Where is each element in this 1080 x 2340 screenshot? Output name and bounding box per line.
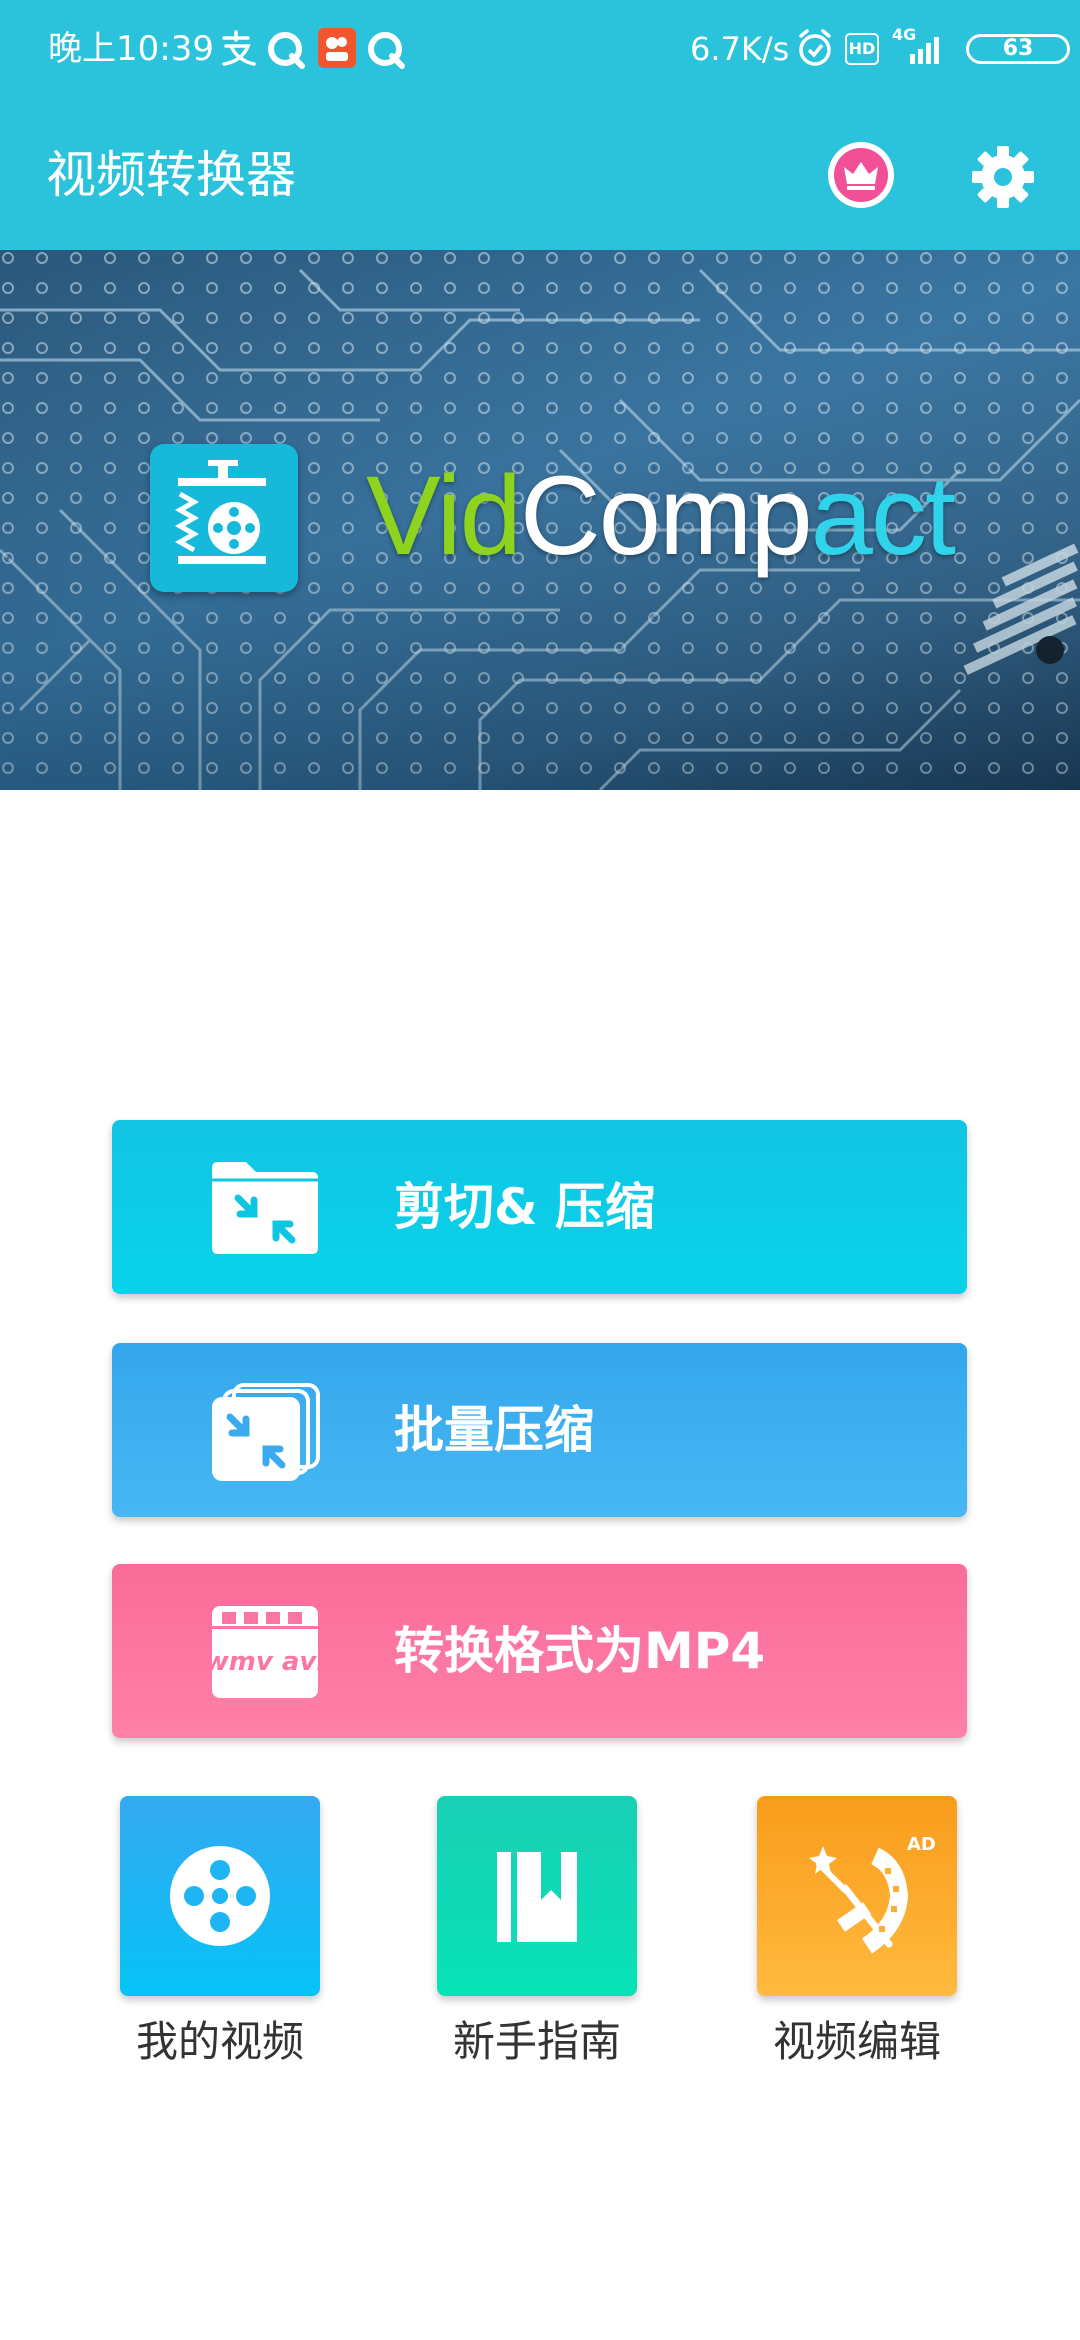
status-bar: 晚上10:39 6.7K/s HD 4G 63 (0, 0, 1080, 100)
my-videos-label: 我的视频 (135, 2017, 304, 2066)
video-edit-label: 视频编辑 (772, 2017, 941, 2066)
battery-indicator: 63 (966, 34, 1070, 64)
batch-compress-button[interactable]: 批量压缩 (112, 1343, 967, 1517)
convert-mp4-label: 转换格式为MP4 (394, 1622, 766, 1680)
video-edit-tile[interactable]: AD (757, 1796, 957, 1996)
qq-browser-icon (268, 32, 305, 69)
film-reel-icon (170, 1846, 270, 1946)
format-badge-text: wmv avi (208, 1647, 322, 1677)
logo-word-comp: Comp (519, 453, 813, 578)
beginner-guide-tile[interactable] (437, 1796, 637, 1996)
trim-compress-label: 剪切& 压缩 (394, 1178, 656, 1236)
gear-icon[interactable] (968, 142, 1038, 212)
alipay-icon (222, 30, 256, 66)
crown-icon (844, 162, 878, 190)
stack-compress-icon (212, 1383, 320, 1481)
app-logo (150, 444, 298, 592)
alarm-icon (799, 29, 831, 66)
qq-browser-icon-2 (368, 32, 405, 69)
trim-compress-button[interactable]: 剪切& 压缩 (112, 1120, 967, 1294)
network-speed: 6.7K/s (690, 30, 790, 68)
logo-word-act: act (810, 453, 956, 578)
vip-crown-circle (834, 148, 888, 202)
logo-word-vid: Vid (366, 453, 522, 578)
hd-badge: HD (845, 33, 879, 65)
app-logo-wordmark: VidCompact (366, 446, 956, 586)
book-icon (497, 1852, 577, 1942)
beginner-guide-label: 新手指南 (452, 2017, 621, 2066)
clapper-format-icon: wmv avi (208, 1606, 322, 1698)
batch-compress-label: 批量压缩 (394, 1401, 594, 1459)
my-videos-tile[interactable] (120, 1796, 320, 1996)
folder-compress-icon (212, 1162, 318, 1254)
app-bar: 视频转换器 (0, 100, 1080, 250)
game-app-icon (318, 28, 356, 68)
app-title: 视频转换器 (46, 146, 296, 204)
ad-badge: AD (907, 1834, 936, 1855)
magic-wand-film-icon: AD (809, 1834, 936, 1954)
banner-image: VidCompact (0, 250, 1080, 790)
film-compress-logo-icon (174, 460, 266, 564)
convert-mp4-button[interactable]: wmv avi 转换格式为MP4 (112, 1564, 967, 1738)
vip-crown-button[interactable] (828, 142, 894, 208)
status-time: 晚上10:39 (48, 29, 214, 69)
signal-icon (910, 37, 939, 64)
